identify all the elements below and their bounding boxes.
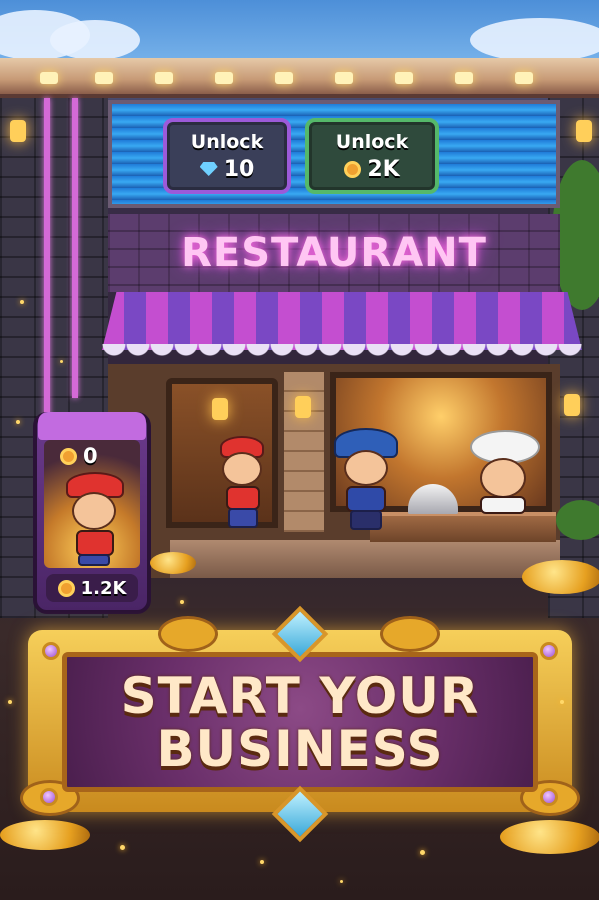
wall-lamp xyxy=(576,120,592,142)
roof-light xyxy=(395,72,413,84)
character-shirt xyxy=(480,496,526,514)
unlock-title: Unlock xyxy=(190,130,264,153)
coin-pile xyxy=(150,552,196,574)
ceiling-lamp xyxy=(212,398,228,420)
worker-earnings-value: 1.2K xyxy=(80,577,127,599)
roof-light xyxy=(275,72,293,84)
jewel-ornament xyxy=(40,788,58,806)
cloud xyxy=(50,20,140,60)
sparkle xyxy=(340,880,343,883)
jewel-ornament xyxy=(540,642,558,660)
character-head xyxy=(222,452,262,486)
gem-icon xyxy=(199,162,218,176)
worker-spawner-cap xyxy=(38,412,146,440)
jewel-ornament xyxy=(540,788,558,806)
roof-light xyxy=(515,72,533,84)
roof-light xyxy=(215,72,233,84)
sparkle xyxy=(8,700,12,704)
sparkle xyxy=(260,860,264,864)
roof-light xyxy=(95,72,113,84)
unlock-cost: 2K xyxy=(344,156,400,182)
roof-light xyxy=(40,72,58,84)
character-shirt xyxy=(346,486,386,512)
sparkle xyxy=(560,700,564,704)
roof-light xyxy=(155,72,173,84)
neon-pipe xyxy=(44,98,50,418)
coin-pile xyxy=(522,560,599,594)
worker-earnings: 1.2K xyxy=(46,574,138,602)
character-shirt xyxy=(76,530,114,556)
sparkle xyxy=(180,600,184,604)
wall-lamp xyxy=(10,120,26,142)
banner-line-2: BUSINESS xyxy=(156,720,444,778)
worker-character xyxy=(62,472,128,568)
plant xyxy=(556,500,599,540)
coin-pile xyxy=(500,820,599,854)
jewel-ornament xyxy=(42,642,60,660)
game-scene: Unlock 10 Unlock 2K RESTAURANT 0 1.2K ST… xyxy=(0,0,599,900)
cloud xyxy=(470,18,599,62)
coin-cost-value: 2K xyxy=(367,156,400,182)
banner-line-1: START YOUR xyxy=(120,667,480,725)
unlock-gems-button[interactable]: Unlock 10 xyxy=(163,118,291,194)
shop-floor xyxy=(170,540,560,578)
coin-icon xyxy=(344,160,362,178)
coin-icon xyxy=(57,579,75,597)
striped-awning xyxy=(102,292,582,350)
waiter-character[interactable] xyxy=(214,436,274,532)
title-banner-text: START YOUR BUSINESS xyxy=(62,660,538,786)
sparkle xyxy=(16,420,20,424)
roof-light xyxy=(455,72,473,84)
ceiling-lamp xyxy=(564,394,580,416)
character-shirt xyxy=(226,486,260,510)
cashier-character[interactable] xyxy=(334,428,404,534)
sparkle xyxy=(60,360,63,363)
unlock-coins-button[interactable]: Unlock 2K xyxy=(305,118,439,194)
awning-scallop xyxy=(102,344,582,364)
gem-cost-value: 10 xyxy=(223,156,255,182)
banner-scroll-ornament xyxy=(380,616,440,652)
character-head xyxy=(72,492,116,530)
character-pants xyxy=(78,554,110,566)
unlock-title: Unlock xyxy=(335,130,409,153)
character-head xyxy=(344,450,388,486)
sparkle xyxy=(20,300,24,304)
banner-scroll-ornament xyxy=(158,616,218,652)
worker-count: 0 xyxy=(60,444,98,468)
ceiling-lamp xyxy=(295,396,311,418)
roof-light xyxy=(335,72,353,84)
shop-roof xyxy=(0,58,599,98)
chef-character[interactable] xyxy=(468,430,542,516)
coin-icon xyxy=(60,447,77,465)
character-pants xyxy=(228,508,258,528)
sparkle xyxy=(420,850,425,855)
restaurant-name: RESTAURANT xyxy=(181,230,487,276)
character-head xyxy=(480,458,526,498)
worker-count-value: 0 xyxy=(83,444,98,468)
unlock-cost: 10 xyxy=(199,156,255,182)
character-pants xyxy=(350,510,382,530)
sparkle xyxy=(120,845,125,850)
coin-pile xyxy=(0,820,90,850)
restaurant-sign: RESTAURANT xyxy=(108,214,560,292)
neon-pipe xyxy=(72,98,78,398)
